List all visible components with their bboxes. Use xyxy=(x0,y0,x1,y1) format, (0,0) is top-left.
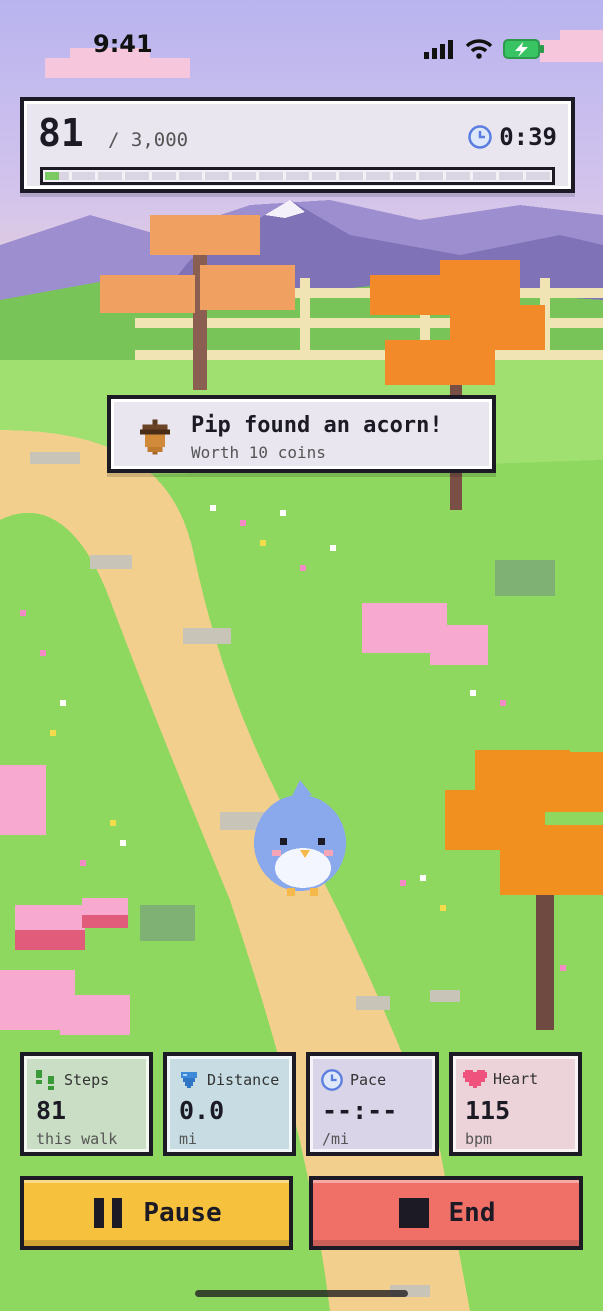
step-progress-fill xyxy=(45,172,59,180)
progress-segment xyxy=(526,172,550,180)
step-progress-bar xyxy=(40,167,555,185)
stat-unit: this walk xyxy=(36,1130,118,1148)
stat-header: Heart xyxy=(463,1068,538,1090)
battery-charging-icon xyxy=(503,39,544,59)
stat-value: 81 xyxy=(36,1096,67,1125)
stat-value: --:-- xyxy=(322,1096,398,1125)
progress-segment xyxy=(419,172,444,180)
end-label: End xyxy=(448,1198,496,1228)
stat-value: 0.0 xyxy=(179,1096,225,1125)
progress-segment xyxy=(472,172,497,180)
pause-label: Pause xyxy=(143,1198,222,1228)
progress-segment xyxy=(71,172,96,180)
end-button[interactable]: End xyxy=(309,1176,583,1250)
progress-segment xyxy=(178,172,203,180)
status-icons xyxy=(423,38,545,60)
toast-title: Pip found an acorn! xyxy=(191,413,443,438)
stat-card-pace: Pace --:-- /mi xyxy=(306,1052,439,1156)
progress-segment xyxy=(205,172,230,180)
walk-timer: 0:39 xyxy=(467,123,557,151)
step-goal: / 3,000 xyxy=(108,129,189,151)
stat-card-heart: Heart 115 bpm xyxy=(449,1052,582,1156)
step-count: 81 xyxy=(38,111,84,155)
signal-icon xyxy=(424,40,453,59)
clock-icon xyxy=(321,1069,343,1091)
progress-segment xyxy=(151,172,176,180)
progress-segment xyxy=(446,172,470,180)
progress-segment xyxy=(339,172,363,180)
progress-segment xyxy=(392,172,417,180)
walk-screen: 9:41 81 / 3,000 0:39 Pip found an acorn!… xyxy=(0,0,603,1311)
stat-label: Pace xyxy=(350,1071,387,1089)
toast-subtitle: Worth 10 coins xyxy=(191,443,326,462)
stat-unit: bpm xyxy=(465,1130,493,1148)
pause-button[interactable]: Pause xyxy=(20,1176,293,1250)
stat-unit: /mi xyxy=(322,1130,350,1148)
progress-segment xyxy=(125,172,149,180)
gem-icon xyxy=(181,1072,197,1088)
stat-label: Heart xyxy=(493,1070,539,1088)
stat-header: Distance xyxy=(177,1068,279,1092)
stop-icon xyxy=(398,1198,429,1228)
progress-segment xyxy=(232,172,256,180)
timer-value: 0:39 xyxy=(499,123,557,151)
acorn-toast[interactable]: Pip found an acorn! Worth 10 coins xyxy=(107,395,496,473)
stat-header: Steps xyxy=(34,1068,109,1092)
acorn-icon xyxy=(140,419,170,455)
wifi-icon xyxy=(465,39,493,59)
progress-segment xyxy=(285,172,310,180)
stat-card-distance: Distance 0.0 mi xyxy=(163,1052,296,1156)
stat-value: 115 xyxy=(465,1096,511,1125)
clock-icon xyxy=(468,125,492,149)
status-bar: 9:41 xyxy=(0,0,603,90)
pause-icon xyxy=(94,1198,123,1228)
progress-segment xyxy=(499,172,524,180)
progress-segment xyxy=(312,172,337,180)
stat-label: Distance xyxy=(207,1071,280,1089)
stat-unit: mi xyxy=(179,1130,198,1148)
progress-segment xyxy=(258,172,283,180)
step-progress-panel: 81 / 3,000 0:39 xyxy=(20,97,575,193)
status-time: 9:41 xyxy=(93,30,153,58)
progress-segment xyxy=(98,172,123,180)
stat-label: Steps xyxy=(64,1071,110,1089)
stat-header: Pace xyxy=(320,1068,386,1092)
heart-icon xyxy=(463,1070,487,1088)
stat-card-steps: Steps 81 this walk xyxy=(20,1052,153,1156)
progress-segment xyxy=(365,172,390,180)
footprints-icon xyxy=(36,1070,54,1090)
home-indicator[interactable] xyxy=(195,1290,408,1297)
